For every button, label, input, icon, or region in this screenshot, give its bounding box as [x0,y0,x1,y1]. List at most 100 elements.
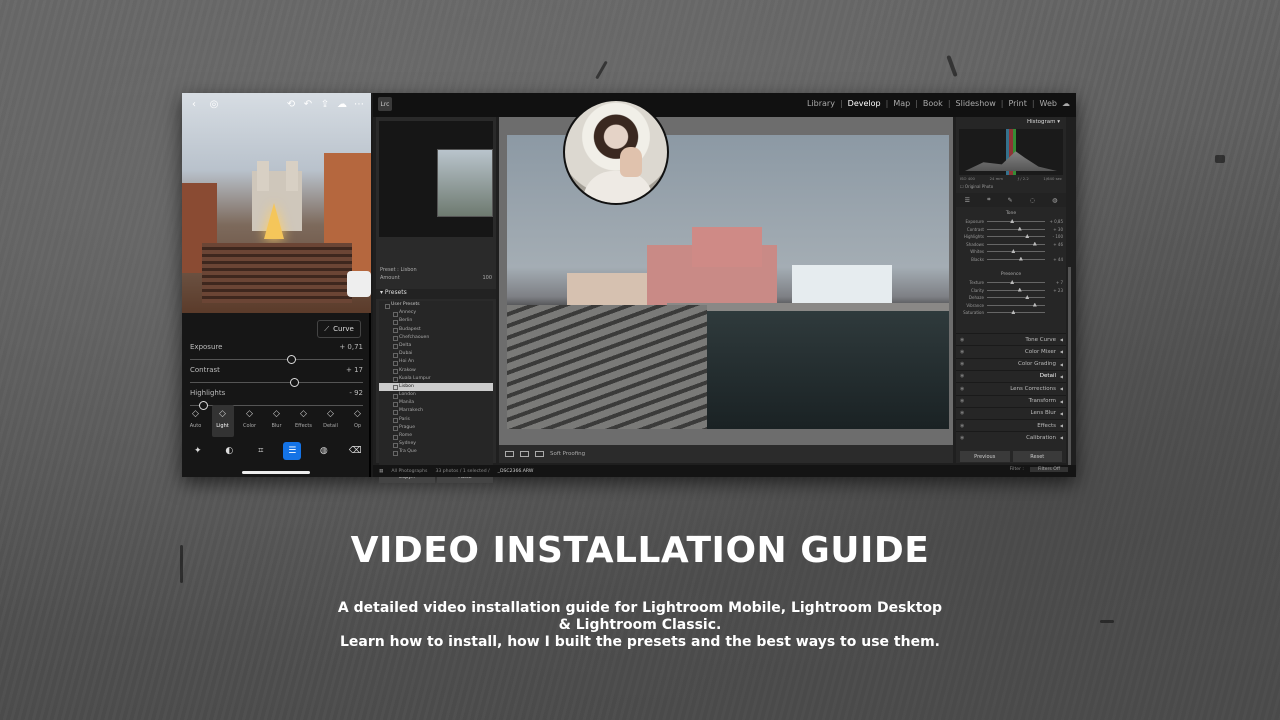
reset-button[interactable]: Reset [1012,451,1062,462]
slider-knob[interactable] [1011,310,1016,314]
develop-slider[interactable]: Exposure + 0,85 [959,219,1063,224]
preset-item[interactable]: Hoi An [379,358,493,366]
panel-detail[interactable]: Detail [956,369,1066,382]
panel-lens-blur[interactable]: Lens Blur [956,406,1066,419]
preset-item[interactable]: Marrakech [379,407,493,416]
develop-slider[interactable]: Clarity + 23 [959,287,1063,293]
preset-item[interactable]: Berlin [379,317,493,326]
grid-icon[interactable]: ▦ [379,469,383,474]
slider-knob[interactable] [1010,280,1015,284]
panel-lens-corrections[interactable]: Lens Corrections [956,382,1066,394]
tool-light[interactable]: ◇ Light [211,405,234,437]
panel-calibration[interactable]: Calibration [956,431,1066,443]
preset-item[interactable]: Lisbon [379,382,493,392]
original-photo-checkbox[interactable]: ☐ Original Photo [960,184,993,189]
tool-effects[interactable]: ◇ Effects [293,405,315,437]
masking-icon[interactable]: ◍ [315,442,333,460]
slider-knob[interactable] [1025,295,1030,299]
develop-slider[interactable]: Contrast + 30 [959,226,1063,232]
undo-icon[interactable]: ↶ [301,99,315,110]
panel-effects[interactable]: Effects [956,419,1066,431]
slider-knob[interactable] [1017,226,1022,231]
help-icon[interactable]: ◎ [207,99,221,110]
slider-knob[interactable] [1018,256,1023,261]
develop-slider[interactable]: Dehaze [959,295,1063,300]
module-map[interactable]: Map [893,99,910,108]
develop-slider[interactable]: Saturation [959,310,1063,315]
preset-item[interactable]: Budapest [379,326,493,334]
slider-knob[interactable] [286,355,296,364]
auto-edit-icon[interactable]: ✦ [189,442,207,460]
panel-scrollbar[interactable] [1068,267,1071,467]
cloud-icon[interactable]: ☁ [1062,99,1070,108]
tool-detail[interactable]: ◇ Detail [320,405,342,437]
masking-icon[interactable]: ◍ [1052,197,1057,204]
preset-item[interactable]: Manila [379,399,493,407]
crop-icon[interactable]: ⌗ [252,442,270,460]
light-slider[interactable]: Contrast + 17 [190,366,363,387]
preset-item[interactable]: Tra Que [379,448,493,457]
slider-knob[interactable] [1025,234,1030,238]
loupe-view-icon[interactable] [505,451,514,457]
preset-item[interactable]: Annecy [379,309,493,317]
slider-knob[interactable] [290,378,300,387]
panel-tone-curve[interactable]: Tone Curve [956,333,1066,345]
share-icon[interactable]: ⇪ [318,99,332,110]
edit-icon[interactable]: ☰ [965,197,970,204]
light-slider[interactable]: Exposure + 0,71 [190,343,363,364]
slider-knob[interactable] [1032,302,1037,307]
preset-item[interactable]: Krakow [379,367,493,375]
crop-icon[interactable]: ⌗ [987,196,990,204]
develop-slider[interactable]: Whites [959,249,1063,254]
slider-knob[interactable] [1011,249,1016,253]
histogram-header[interactable]: Histogram ▾ [956,117,1066,127]
sync-icon[interactable]: ⟲ [284,99,298,110]
cloud-icon[interactable]: ☁ [335,99,349,110]
module-library[interactable]: Library [807,99,835,108]
tool-auto[interactable]: ◇ Auto [185,405,207,437]
curve-button[interactable]: ⟋ Curve [317,320,361,338]
preset-item[interactable]: Rome [379,432,493,440]
module-web[interactable]: Web [1040,99,1057,108]
more-icon[interactable]: ⋯ [352,99,366,110]
preset-item[interactable]: Prague [379,424,493,432]
tool-blur[interactable]: ◇ Blur [266,405,288,437]
adjust-icon[interactable]: ☰ [283,442,302,460]
panel-color-mixer[interactable]: Color Mixer [956,345,1066,357]
develop-slider[interactable]: Texture + 7 [959,280,1063,285]
preset-item[interactable]: London [379,391,493,399]
module-slideshow[interactable]: Slideshow [956,99,996,108]
preset-item[interactable]: Chefchaouen [379,334,493,342]
heal-icon[interactable]: ⌫ [346,442,364,460]
preset-item[interactable]: Delta [379,342,493,350]
tool-color[interactable]: ◇ Color [239,405,261,437]
compare-view-icon[interactable] [520,451,529,457]
develop-slider[interactable]: Blacks + 44 [959,256,1063,262]
survey-view-icon[interactable] [535,451,544,457]
filter-dropdown[interactable]: Filters Off [1029,467,1068,472]
soft-proofing-label[interactable]: Soft Proofing [550,451,585,457]
develop-slider[interactable]: Highlights - 100 [959,234,1063,239]
preset-item[interactable]: Sydney [379,440,493,448]
preset-item[interactable]: Paris [379,416,493,424]
redeye-icon[interactable]: ◌ [1030,197,1035,204]
heal-icon[interactable]: ✎ [1008,197,1013,204]
presets-header[interactable]: ▾ Presets [376,289,496,299]
preset-group[interactable]: User Presets [379,301,493,309]
back-icon[interactable]: ‹ [187,99,201,110]
panel-color-grading[interactable]: Color Grading [956,357,1066,370]
presets-icon[interactable]: ◐ [220,442,238,460]
slider-knob[interactable] [1017,287,1022,292]
module-book[interactable]: Book [923,99,943,108]
preset-item[interactable]: Dubai [379,350,493,358]
previous-button[interactable]: Previous [960,451,1010,462]
develop-slider[interactable]: Shadows + 46 [959,241,1063,247]
slider-knob[interactable] [1010,219,1015,223]
slider-knob[interactable] [1032,241,1037,246]
module-print[interactable]: Print [1008,99,1026,108]
source-label[interactable]: All Photographs [391,469,427,474]
light-slider[interactable]: Highlights - 92 [190,389,363,410]
tool-op[interactable]: ◇ Op [347,405,369,437]
panel-transform[interactable]: Transform [956,394,1066,407]
develop-slider[interactable]: Vibrance [959,302,1063,308]
